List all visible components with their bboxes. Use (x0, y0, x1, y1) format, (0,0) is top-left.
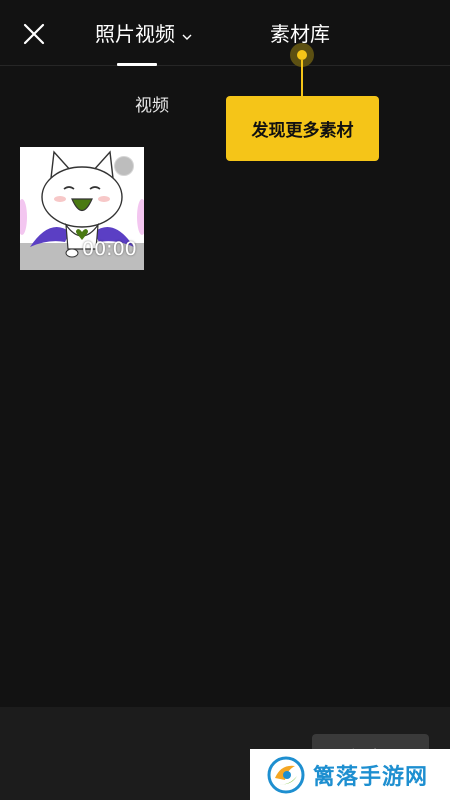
media-item[interactable]: 00:00 (20, 147, 144, 270)
tooltip-text: 发现更多素材 (251, 121, 354, 141)
watermark-logo-icon (267, 756, 305, 793)
top-bar: 照片视频 素材库 (0, 0, 450, 66)
discover-more-tooltip[interactable]: 发现更多素材 (226, 96, 379, 161)
tab-photos-videos-label: 照片视频 (95, 22, 175, 46)
tooltip-connector (301, 60, 303, 96)
tooltip-anchor-dot (297, 50, 307, 60)
tab-photos-videos[interactable]: 照片视频 (95, 18, 193, 50)
select-checkbox[interactable] (114, 156, 134, 176)
chevron-down-icon (181, 20, 193, 52)
close-icon (23, 23, 45, 45)
sub-tab-video[interactable]: 视频 (135, 94, 169, 118)
close-button[interactable] (18, 18, 50, 50)
video-duration: 00:00 (82, 238, 137, 260)
site-watermark: 篱落手游网 (250, 749, 450, 800)
watermark-text: 篱落手游网 (313, 764, 429, 790)
active-tab-indicator (117, 63, 157, 66)
